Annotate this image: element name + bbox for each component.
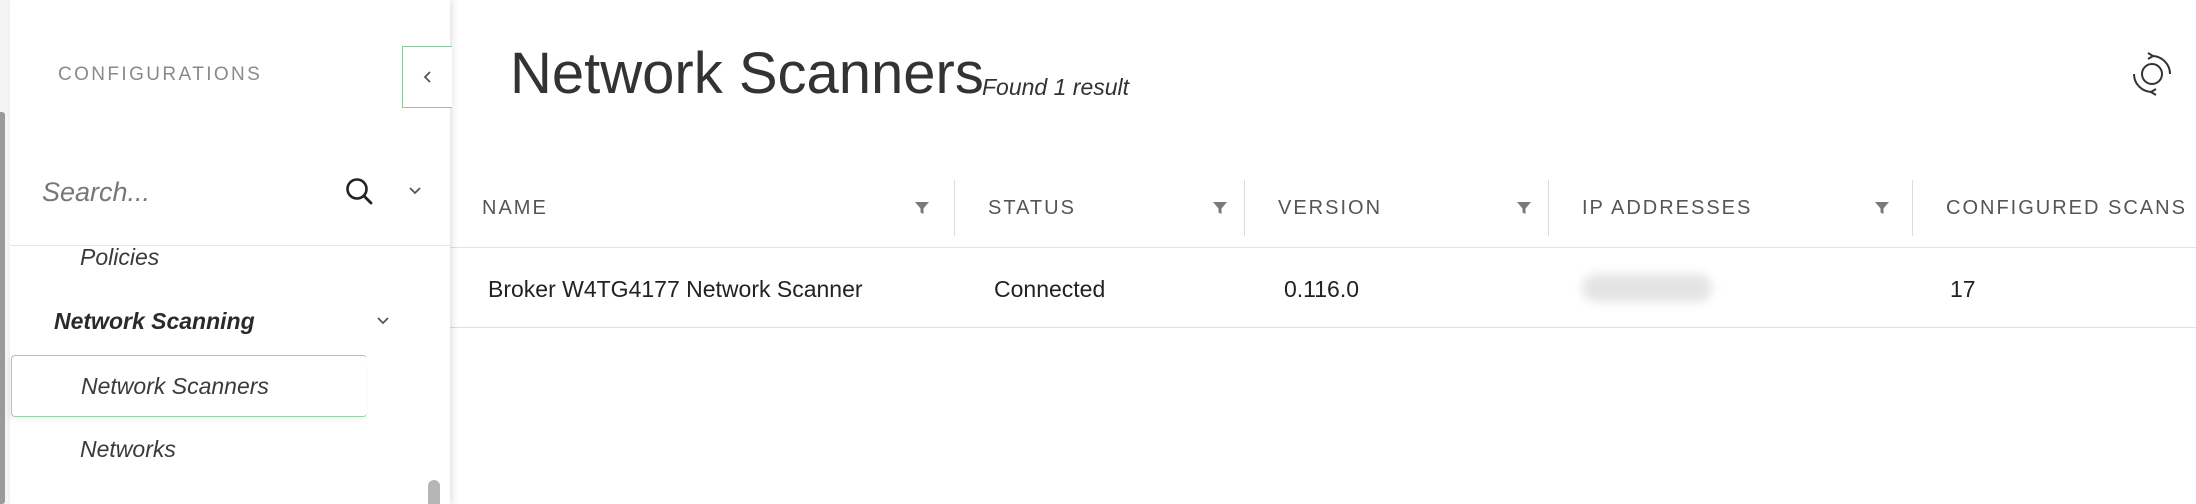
sidebar-item-network-scanning[interactable]: Network Scanning [10,294,450,348]
sidebar: CONFIGURATIONS Policies Network Scanning… [10,0,452,504]
result-count: Found 1 result [982,74,1130,100]
sidebar-item-label: Policies [80,243,160,270]
cell-configured-scans: 17 [1950,275,1976,302]
sidebar-heading: CONFIGURATIONS [58,64,263,85]
refresh-icon[interactable] [2128,50,2176,98]
sidebar-item-label: Network Scanners [81,372,269,399]
cell-status: Connected [994,275,1106,302]
column-separator[interactable] [1912,180,1913,236]
cell-ip-addresses [1582,274,1712,302]
column-header-ip-addresses[interactable]: IP ADDRESSES [1582,168,1912,248]
sidebar-item-label: Network Scanning [54,307,255,334]
table-row[interactable]: Broker W4TG4177 Network Scanner Connecte… [450,250,2196,328]
window-edge-bar [0,112,5,504]
search-input[interactable] [42,170,312,214]
cell-name: Broker W4TG4177 Network Scanner [488,275,863,302]
page-title: Network Scanners [510,41,984,106]
column-header-label: STATUS [988,196,1076,219]
main-content: Network Scanners Found 1 result NAME STA… [450,0,2196,504]
collapse-sidebar-button[interactable] [402,46,452,108]
column-header-label: NAME [482,196,548,219]
column-header-name[interactable]: NAME [482,168,952,248]
column-separator[interactable] [954,180,955,236]
search-icon[interactable] [344,176,374,206]
filter-icon[interactable] [912,198,932,218]
filter-icon[interactable] [1872,198,1892,218]
sidebar-item-policies[interactable]: Policies [10,230,450,284]
sidebar-scrollbar[interactable] [428,480,440,504]
left-edge-strip [0,0,10,504]
chevron-down-icon[interactable] [402,178,428,204]
column-separator[interactable] [1548,180,1549,236]
column-header-configured-scans[interactable]: CONFIGURED SCANS [1946,168,2196,248]
column-header-version[interactable]: VERSION [1278,168,1558,248]
sidebar-item-networks[interactable]: Networks [10,422,450,476]
column-header-label: VERSION [1278,196,1383,219]
cell-version: 0.116.0 [1284,275,1360,302]
column-header-status[interactable]: STATUS [988,168,1238,248]
filter-icon[interactable] [1210,198,1230,218]
filter-icon[interactable] [1514,198,1534,218]
table-header: NAME STATUS VERSION IP ADDRESSES CONFIGU… [450,168,2196,248]
sidebar-item-label: Networks [80,435,176,462]
sidebar-item-network-scanners[interactable]: Network Scanners [11,355,367,417]
column-separator[interactable] [1244,180,1245,236]
chevron-down-icon [377,317,389,325]
column-header-label: IP ADDRESSES [1582,196,1753,219]
chevron-left-icon [423,71,431,83]
column-header-label: CONFIGURED SCANS [1946,196,2187,219]
